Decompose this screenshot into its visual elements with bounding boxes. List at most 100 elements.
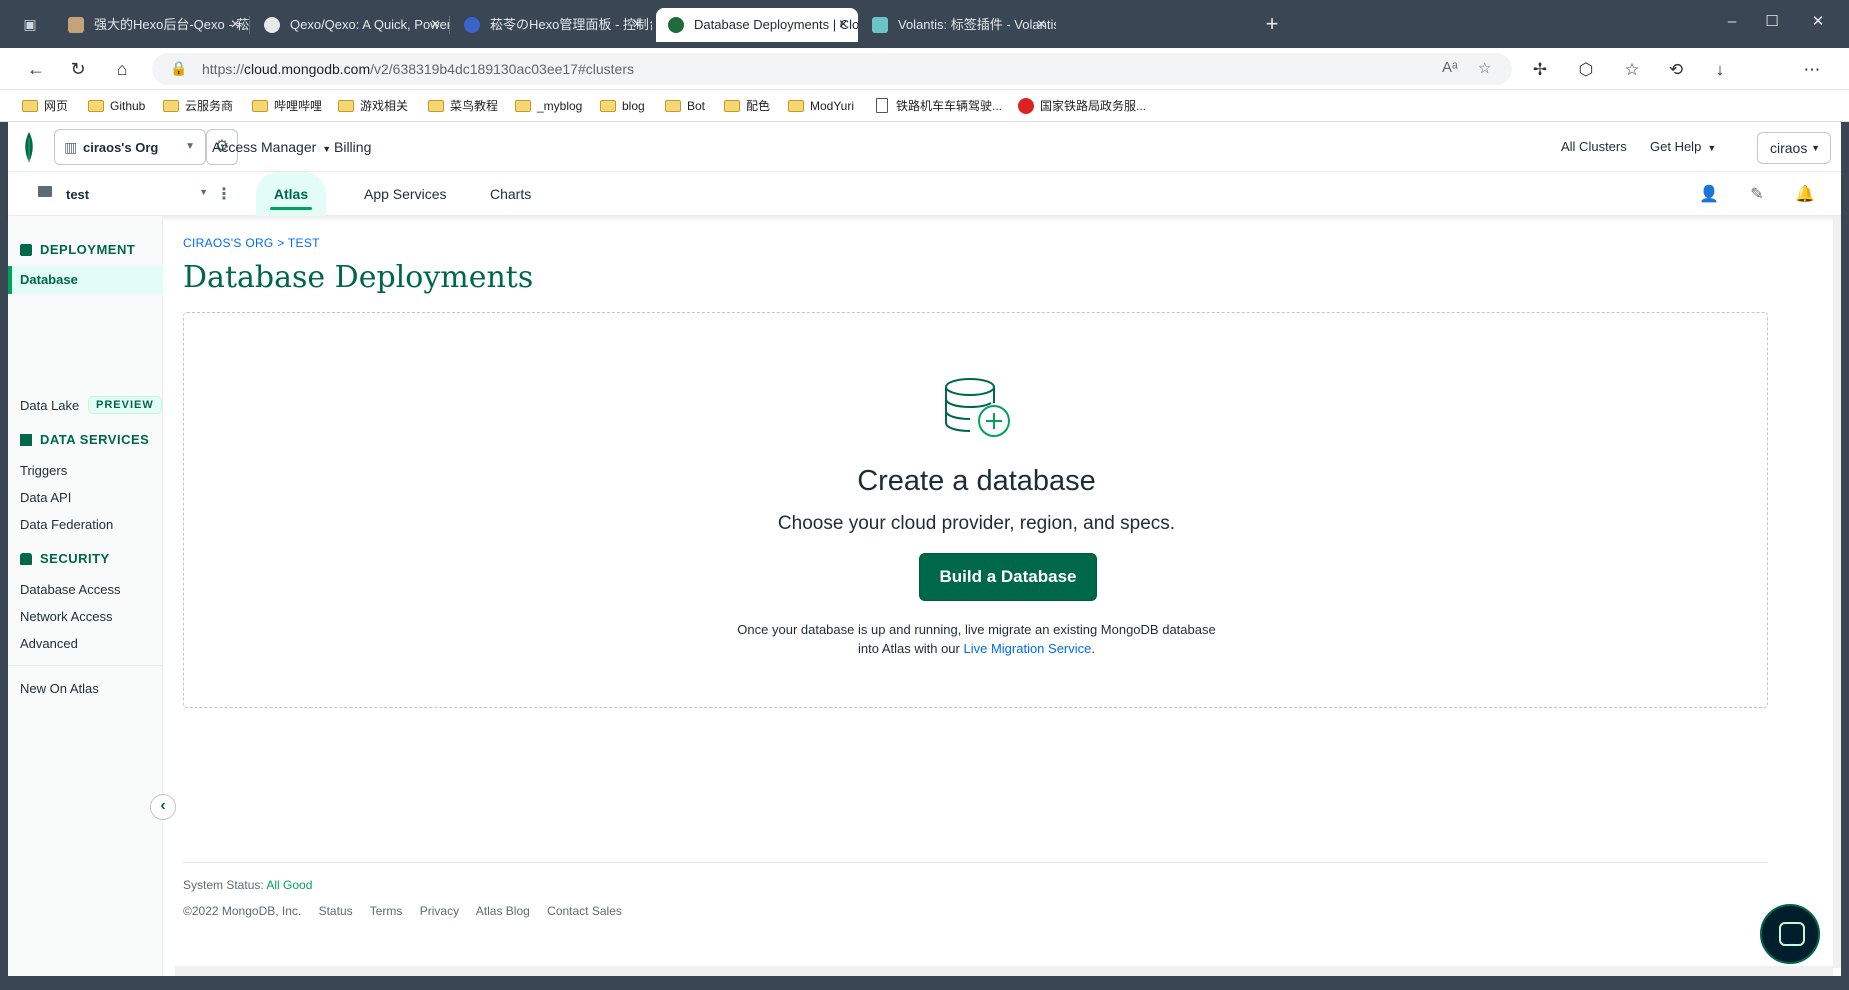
bookmark-item[interactable]: 菜鸟教程 [428, 96, 498, 116]
browser-tab-active[interactable]: Database Deployments | Cloud: I × [656, 8, 858, 42]
refresh-icon[interactable]: ↻ [64, 56, 92, 82]
bookmark-item[interactable]: blog [600, 96, 645, 116]
sidebar-item-advanced[interactable]: Advanced [20, 633, 78, 655]
caret-down-icon: ▼ [1707, 143, 1717, 153]
bookmark-item[interactable]: _myblog [515, 96, 582, 116]
sidebar-item-data-lake[interactable]: Data Lake [20, 395, 79, 417]
footer-link-atlas-blog[interactable]: Atlas Blog [476, 904, 530, 918]
maximize-button[interactable]: ☐ [1752, 8, 1792, 36]
read-aloud-icon[interactable]: Aᵃ [1442, 59, 1458, 76]
breadcrumb[interactable]: CIRAOS'S ORG > TEST [183, 236, 320, 250]
bookmark-item[interactable]: Github [88, 96, 145, 116]
bookmark-item[interactable]: 云服务商 [163, 96, 233, 116]
bookmark-item[interactable]: Bot [665, 96, 705, 116]
close-tab-icon[interactable]: × [1037, 8, 1046, 42]
url-text: https://cloud.mongodb.com/v2/638319b4dc1… [202, 61, 634, 77]
footer-link-status[interactable]: Status [319, 904, 353, 918]
access-manager-menu[interactable]: Access Manager ▼ [212, 139, 331, 155]
github-icon [264, 17, 280, 33]
user-menu[interactable]: ciraos ▼ [1757, 132, 1831, 164]
sidebar-item-new-on-atlas[interactable]: New On Atlas [20, 678, 99, 700]
browser-tab[interactable]: 菘苓のHexo管理面板 - 控制台 × [452, 8, 652, 42]
build-database-button[interactable]: Build a Database [919, 553, 1097, 601]
create-database-title: Create a database [857, 465, 1096, 497]
new-tab-button[interactable]: + [1258, 10, 1286, 38]
sidebar-item-database[interactable]: Database [8, 266, 163, 294]
footer-links: ©2022 MongoDB, Inc. Status Terms Privacy… [183, 904, 636, 918]
bookmark-item[interactable]: ModYuri [788, 96, 854, 116]
all-clusters-link[interactable]: All Clusters [1561, 139, 1627, 154]
sidebar-item-database-access[interactable]: Database Access [20, 579, 120, 601]
tab-app-services[interactable]: App Services [364, 172, 446, 216]
extension-icon[interactable]: ✢ [1526, 58, 1554, 82]
copyright-text: ©2022 MongoDB, Inc. [183, 904, 302, 918]
create-database-subtitle: Choose your cloud provider, region, and … [777, 513, 1176, 534]
billing-link[interactable]: Billing [334, 139, 371, 155]
browser-tab[interactable]: Qexo/Qexo: A Quick, Powerful and × [252, 8, 450, 42]
project-options-icon[interactable]: ⋮ [216, 184, 232, 204]
footer-link-terms[interactable]: Terms [370, 904, 403, 918]
history-icon[interactable]: ⟲ [1662, 58, 1690, 82]
caret-down-icon: ▼ [199, 187, 208, 197]
bookmark-item[interactable]: 游戏相关 [338, 96, 408, 116]
url-field[interactable]: 🔒 https://cloud.mongodb.com/v2/638319b4d… [152, 53, 1512, 85]
folder-icon [788, 100, 804, 112]
close-tab-icon[interactable]: × [231, 8, 240, 42]
back-arrow-icon[interactable]: ← [22, 56, 50, 82]
sidebar-item-data-api[interactable]: Data API [20, 487, 71, 509]
status-value[interactable]: All Good [266, 878, 312, 892]
footer-link-privacy[interactable]: Privacy [420, 904, 459, 918]
tab-title: Database Deployments | Cloud: I [694, 17, 858, 32]
browser-tab[interactable]: 强大的Hexo后台-Qexo - 菘苓 × [56, 8, 250, 42]
more-options-icon[interactable]: ⋯ [1798, 58, 1826, 82]
tab-actions-icon[interactable]: ▣ [20, 14, 40, 34]
folder-icon [515, 100, 531, 112]
vertical-scrollbar[interactable] [1833, 216, 1841, 968]
bookmark-item[interactable]: 网页 [22, 96, 68, 116]
invite-user-icon[interactable]: 👤 [1698, 184, 1720, 206]
close-tab-icon[interactable]: × [839, 8, 848, 42]
sidebar-item-data-federation[interactable]: Data Federation [20, 514, 113, 536]
browser-tab[interactable]: Volantis: 标签插件 - Volantis × [860, 8, 1056, 42]
tab-charts[interactable]: Charts [490, 172, 531, 216]
org-navigation-bar: ▥ ciraos's Org ▼ ⚙ Access Manager ▼ Billi… [8, 122, 1841, 172]
org-select[interactable]: ▥ ciraos's Org ▼ [54, 129, 206, 165]
favorite-add-icon[interactable]: ☆ [1478, 59, 1491, 77]
tab-atlas[interactable]: Atlas [256, 172, 326, 216]
horizontal-scrollbar[interactable] [175, 966, 1833, 976]
create-database-panel: Create a database Choose your cloud prov… [183, 312, 1768, 708]
folder-icon [163, 100, 179, 112]
bookmark-item[interactable]: 铁路机车车辆驾驶... [874, 96, 1002, 116]
bookmark-item[interactable]: 配色 [724, 96, 770, 116]
sidebar-item-network-access[interactable]: Network Access [20, 606, 112, 628]
close-window-button[interactable]: ✕ [1798, 8, 1838, 36]
migration-note: Once your database is up and running, li… [737, 622, 1216, 656]
footer-link-contact-sales[interactable]: Contact Sales [547, 904, 622, 918]
activity-feed-icon[interactable]: ✎ [1746, 184, 1768, 206]
close-tab-icon[interactable]: × [633, 8, 642, 42]
folder-icon [338, 100, 354, 112]
lock-icon[interactable]: 🔒 [170, 60, 187, 77]
home-icon[interactable]: ⌂ [108, 56, 136, 82]
close-tab-icon[interactable]: × [431, 8, 440, 42]
system-status: System Status: All Good [183, 878, 313, 892]
live-migration-service-link[interactable]: Live Migration Service [963, 641, 1091, 656]
favorites-icon[interactable]: ☆ [1618, 58, 1646, 82]
project-select[interactable]: test ▼ [30, 182, 208, 208]
notification-bell-icon[interactable]: 🔔 [1794, 184, 1816, 206]
get-help-menu[interactable]: Get Help ▼ [1650, 139, 1716, 154]
bookmark-item[interactable]: 国家铁路局政务服... [1018, 96, 1146, 116]
folder-icon [665, 100, 681, 112]
collapse-sidebar-button[interactable]: ‹ [150, 794, 176, 820]
document-icon [876, 98, 888, 113]
bookmark-item[interactable]: 哔哩哔哩 [252, 96, 322, 116]
minimize-button[interactable]: – [1712, 8, 1752, 36]
database-icon [20, 244, 32, 256]
sidebar-item-triggers[interactable]: Triggers [20, 460, 67, 482]
downloads-icon[interactable]: ↓ [1706, 58, 1734, 82]
chat-support-button[interactable] [1760, 904, 1820, 964]
extensions-puzzle-icon[interactable]: ⬡ [1572, 58, 1600, 82]
left-sidebar: DEPLOYMENT Database Data Lake PREVIEW DA… [8, 216, 163, 990]
tab-title: 强大的Hexo后台-Qexo - 菘苓 [94, 17, 250, 32]
mongodb-leaf-icon[interactable] [22, 132, 36, 162]
